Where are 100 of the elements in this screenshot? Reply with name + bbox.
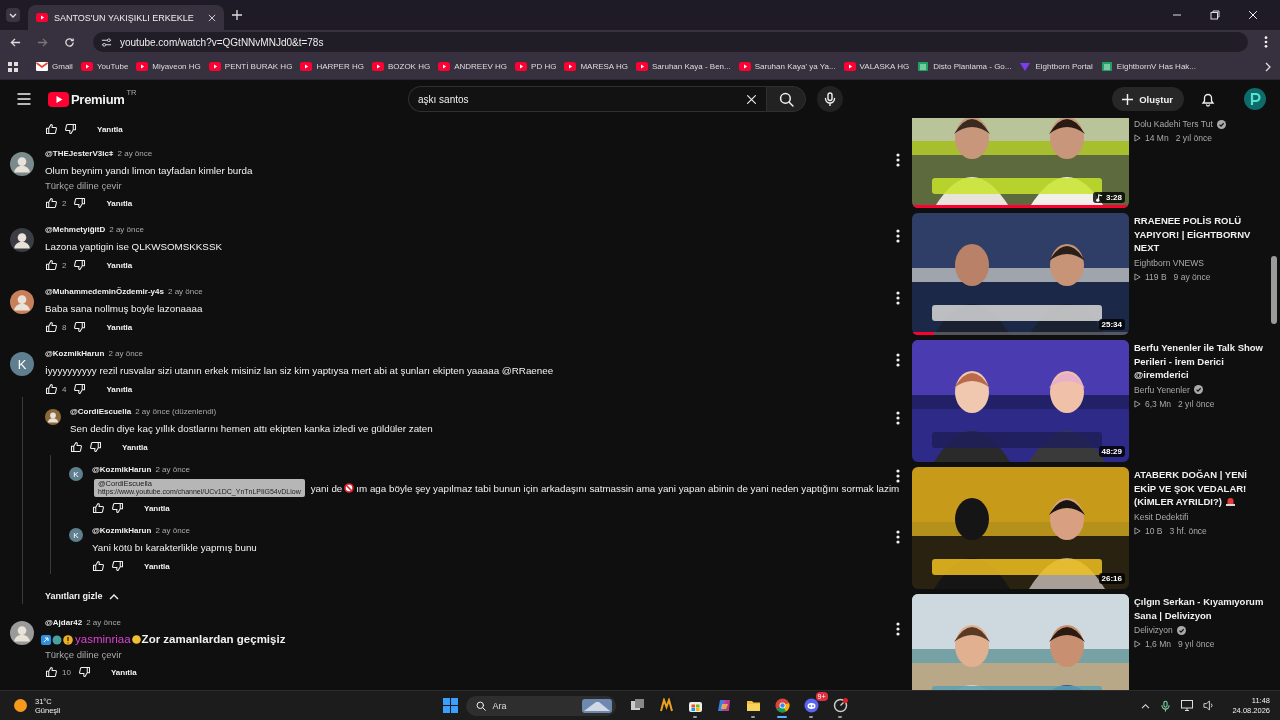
- avatar[interactable]: [10, 621, 34, 645]
- author-link[interactable]: @KozmikHarun: [45, 349, 105, 358]
- author-link[interactable]: @KozmikHarun: [92, 465, 152, 474]
- more-icon[interactable]: [1264, 36, 1268, 48]
- chrome-icon[interactable]: [774, 698, 790, 713]
- taskbar-search[interactable]: Ara: [465, 695, 616, 716]
- menu-icon[interactable]: [17, 92, 31, 106]
- avatar[interactable]: [10, 290, 34, 314]
- address-bar[interactable]: youtube.com/watch?v=QGtNNvMNJd0&t=78s: [93, 32, 1248, 52]
- browser-tab[interactable]: SANTOS'UN YAKIŞIKLI ERKEKLE: [28, 5, 224, 30]
- dislike-icon[interactable]: [90, 441, 102, 453]
- more-icon[interactable]: [896, 622, 900, 636]
- dislike-icon[interactable]: [74, 321, 87, 333]
- channel-name[interactable]: Eightborn VNEWS: [1134, 257, 1204, 268]
- more-icon[interactable]: [896, 153, 900, 167]
- mic-icon[interactable]: [1160, 699, 1172, 712]
- search-button[interactable]: [766, 86, 806, 112]
- author-link[interactable]: @MehmetyiğitD: [45, 225, 106, 234]
- channel-name[interactable]: Berfu Yenenler: [1134, 384, 1190, 395]
- close-icon[interactable]: [1248, 10, 1258, 20]
- author-link[interactable]: @KozmikHarun: [92, 526, 152, 535]
- channel-name[interactable]: Delivizyon: [1134, 625, 1173, 635]
- avatar[interactable]: [10, 152, 34, 176]
- avatar[interactable]: K: [69, 467, 83, 481]
- hide-replies-button[interactable]: Yanıtları gizle: [45, 588, 119, 604]
- more-icon[interactable]: [896, 229, 900, 243]
- translate-link[interactable]: Türkçe diline çevir: [45, 649, 888, 661]
- bookmark[interactable]: Saruhan Kaya - Ben...: [632, 59, 735, 74]
- display-icon[interactable]: [1181, 700, 1194, 711]
- bookmark[interactable]: MARESA HG: [560, 59, 632, 74]
- reply-button[interactable]: Yanıtla: [106, 665, 141, 679]
- author-link[interactable]: @THEJesterV3icǂ: [45, 149, 114, 158]
- create-button[interactable]: Oluştur: [1112, 87, 1184, 111]
- avatar[interactable]: [45, 409, 61, 425]
- video-title[interactable]: Çılgın Serkan - Kıyamıyorum Sana | Delivizyon: [1134, 595, 1268, 622]
- bookmark[interactable]: ANDREEV HG: [434, 59, 512, 74]
- author-link[interactable]: @CordiEscuella: [70, 407, 132, 416]
- scrollbar-thumb[interactable]: [1271, 256, 1277, 324]
- reply-button[interactable]: Yanıtla: [102, 320, 137, 334]
- reply-button[interactable]: Yanıtla: [102, 382, 137, 396]
- logo-text[interactable]: Premium: [71, 91, 125, 107]
- clear-icon[interactable]: [746, 93, 757, 105]
- reply-button[interactable]: Yanıtla: [140, 501, 174, 515]
- new-tab-icon[interactable]: [232, 10, 242, 20]
- bookmark[interactable]: YouTube: [76, 59, 133, 74]
- reply-button[interactable]: Yanıtla: [102, 196, 137, 210]
- bookmark[interactable]: Miyaveon HG: [132, 59, 205, 74]
- reply-button[interactable]: Yanıtla: [140, 559, 174, 573]
- author-link[interactable]: @MuhammedeminÖzdemir-y4s: [45, 287, 164, 296]
- more-icon[interactable]: [896, 530, 900, 544]
- back-icon[interactable]: [10, 36, 21, 48]
- channel-name[interactable]: Dolu Kadehi Ters Tut: [1134, 119, 1213, 129]
- dislike-icon[interactable]: [74, 259, 87, 271]
- discord-icon[interactable]: [803, 698, 819, 713]
- reply-button[interactable]: Yanıtla: [118, 440, 152, 454]
- like-icon[interactable]: [45, 197, 57, 209]
- dislike-icon[interactable]: [65, 123, 77, 135]
- video-title[interactable]: RRAENEE POLİS ROLÜ YAPIYOR! | EİGHTBORNV NEXT: [1134, 214, 1268, 255]
- task-view-icon[interactable]: [629, 698, 645, 713]
- avatar[interactable]: K: [69, 528, 83, 542]
- more-icon[interactable]: [896, 291, 900, 305]
- apps-grid-icon[interactable]: [8, 61, 18, 72]
- bookmark[interactable]: PENTİ BURAK HG: [204, 59, 297, 74]
- chevron-right-icon[interactable]: [1264, 61, 1272, 72]
- bookmark[interactable]: EightbornV Has Hak...: [1096, 59, 1200, 74]
- more-icon[interactable]: [896, 411, 900, 425]
- folder-icon[interactable]: [745, 698, 761, 713]
- bookmark[interactable]: VALASKA HG: [839, 59, 914, 74]
- more-icon[interactable]: [896, 353, 900, 367]
- reload-icon[interactable]: [64, 36, 75, 48]
- dislike-icon[interactable]: [78, 666, 91, 678]
- forward-icon[interactable]: [37, 36, 48, 48]
- avatar[interactable]: [1244, 88, 1266, 110]
- bookmark[interactable]: PD HG: [511, 59, 561, 74]
- dislike-icon[interactable]: [74, 197, 87, 209]
- dislike-icon[interactable]: [112, 560, 124, 572]
- author-link[interactable]: @Ajdar42: [45, 618, 83, 627]
- reply-button[interactable]: Yanıtla: [102, 258, 137, 272]
- dislike-icon[interactable]: [74, 383, 87, 395]
- like-icon[interactable]: [45, 259, 57, 271]
- bookmark[interactable]: HARPER HG: [296, 59, 368, 74]
- bookmark[interactable]: Saruhan Kaya' ya Ya...: [734, 59, 840, 74]
- bookmark[interactable]: BOZOK HG: [367, 59, 435, 74]
- reply-button[interactable]: Yanıtla: [93, 122, 127, 136]
- gauge-icon[interactable]: [832, 698, 848, 713]
- m-app-icon[interactable]: [658, 698, 674, 713]
- voice-search-button[interactable]: [817, 86, 843, 112]
- avatar[interactable]: [10, 228, 34, 252]
- avatar[interactable]: K: [10, 352, 34, 376]
- chevron-up-icon[interactable]: [1141, 702, 1151, 709]
- translate-link[interactable]: Türkçe diline çevir: [45, 180, 888, 192]
- search-field[interactable]: aşkı santos: [408, 86, 766, 112]
- speaker-icon[interactable]: [1203, 700, 1215, 711]
- like-icon[interactable]: [45, 123, 57, 135]
- more-icon[interactable]: [896, 469, 900, 483]
- notifications-icon[interactable]: [1201, 91, 1215, 107]
- video-title[interactable]: ATABERK DOĞAN | YENİ EKİP VE ŞOK VEDALAR! (KİMLER AYRILDI?): [1134, 468, 1268, 509]
- copilot-icon[interactable]: [716, 698, 732, 713]
- like-icon[interactable]: [45, 383, 57, 395]
- like-icon[interactable]: [92, 560, 104, 572]
